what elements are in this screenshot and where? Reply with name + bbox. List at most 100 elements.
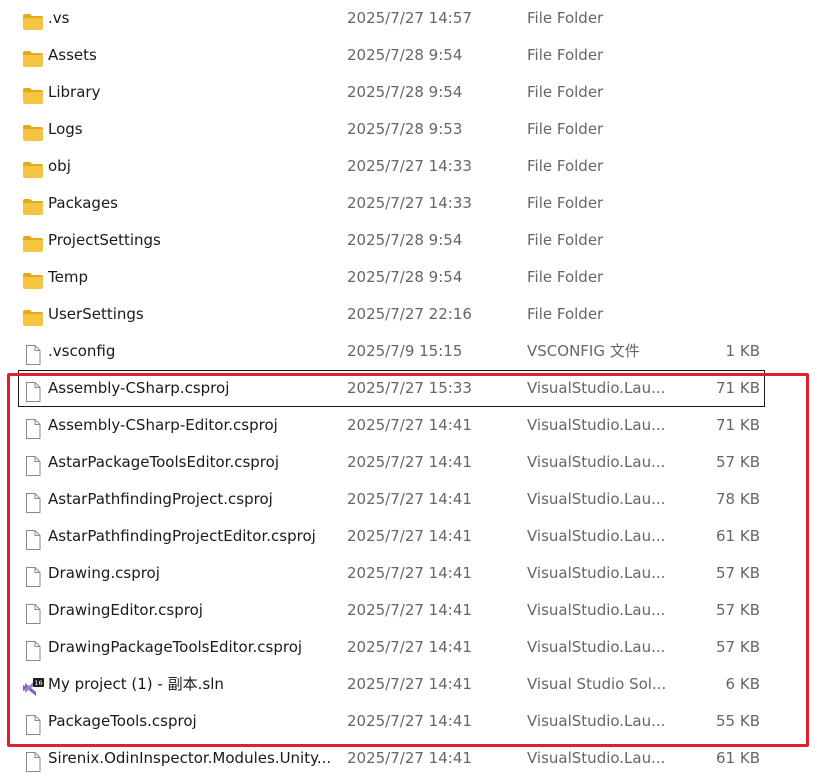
date-modified: 2025/7/27 15:33 <box>347 379 472 397</box>
file-size: 71 KB <box>716 379 760 397</box>
file-name: Sirenix.OdinInspector.Modules.Unity... <box>48 749 332 767</box>
file-row[interactable]: Assembly-CSharp.csproj 2025/7/27 15:33 Vis… <box>18 370 765 407</box>
file-name: PackageTools.csproj <box>48 712 197 730</box>
file-icon <box>22 453 44 476</box>
folder-icon <box>22 83 44 104</box>
file-row[interactable]: PackageTools.csproj 2025/7/27 14:41 Visual… <box>0 703 835 740</box>
file-icon <box>22 379 44 402</box>
file-icon-cell <box>22 296 44 333</box>
date-modified: 2025/7/27 14:41 <box>347 601 472 619</box>
file-name: Packages <box>48 194 118 212</box>
file-size <box>680 0 760 37</box>
file-type: VisualStudio.Lau... <box>527 601 666 619</box>
date-modified: 2025/7/27 14:33 <box>347 157 472 175</box>
file-type: VisualStudio.Lau... <box>527 564 666 582</box>
file-name: Assets <box>48 46 97 64</box>
folder-icon <box>22 9 44 30</box>
file-name: UserSettings <box>48 305 144 323</box>
file-size <box>680 111 760 148</box>
file-name: DrawingEditor.csproj <box>48 601 203 619</box>
file-size: 57 KB <box>716 453 760 471</box>
file-type: VisualStudio.Lau... <box>527 379 666 397</box>
file-size: 61 KB <box>716 749 760 767</box>
file-size: 1 KB <box>725 342 760 360</box>
file-type: VisualStudio.Lau... <box>527 416 666 434</box>
file-row[interactable]: AstarPackageToolsEditor.csproj 2025/7/27 … <box>0 444 835 481</box>
file-icon <box>22 490 44 513</box>
file-type: VSCONFIG 文件 <box>527 342 640 360</box>
file-row[interactable]: AstarPathfindingProjectEditor.csproj 2025… <box>0 518 835 555</box>
date-modified: 2025/7/27 14:41 <box>347 638 472 656</box>
folder-icon <box>22 120 44 141</box>
file-row[interactable]: AstarPathfindingProject.csproj 2025/7/27 … <box>0 481 835 518</box>
date-modified: 2025/7/28 9:54 <box>347 268 463 286</box>
file-type: VisualStudio.Lau... <box>527 527 666 545</box>
file-type: File Folder <box>527 157 604 175</box>
folder-icon <box>22 46 44 67</box>
file-name: Library <box>48 83 101 101</box>
file-icon-cell <box>22 74 44 111</box>
file-icon-cell <box>22 370 44 407</box>
file-type: File Folder <box>527 194 604 212</box>
file-icon-cell <box>22 555 44 592</box>
file-row[interactable]: .vsconfig 2025/7/9 15:15 VSCONFIG 文件 1 KB <box>0 333 835 370</box>
file-name: .vsconfig <box>48 342 116 360</box>
file-name: AstarPathfindingProject.csproj <box>48 490 273 508</box>
file-name: Assembly-CSharp.csproj <box>48 379 230 397</box>
version-badge-text: 16 <box>34 679 42 687</box>
file-type: File Folder <box>527 120 604 138</box>
date-modified: 2025/7/28 9:54 <box>347 83 463 101</box>
file-type: VisualStudio.Lau... <box>527 638 666 656</box>
file-size <box>680 222 760 259</box>
file-row[interactable]: Packages 2025/7/27 14:33 File Folder <box>0 185 835 222</box>
date-modified: 2025/7/9 15:15 <box>347 342 463 360</box>
date-modified: 2025/7/28 9:54 <box>347 46 463 64</box>
file-icon <box>22 527 44 550</box>
file-icon <box>22 712 44 735</box>
file-size <box>680 148 760 185</box>
date-modified: 2025/7/27 14:41 <box>347 490 472 508</box>
file-row[interactable]: Library 2025/7/28 9:54 File Folder <box>0 74 835 111</box>
file-row[interactable]: Logs 2025/7/28 9:53 File Folder <box>0 111 835 148</box>
file-name: My project (1) - 副本.sln <box>48 675 224 693</box>
file-icon-cell <box>22 629 44 666</box>
file-row[interactable]: obj 2025/7/27 14:33 File Folder <box>0 148 835 185</box>
date-modified: 2025/7/27 14:41 <box>347 453 472 471</box>
file-row[interactable]: .vs 2025/7/27 14:57 File Folder <box>0 0 835 37</box>
file-name: Drawing.csproj <box>48 564 160 582</box>
date-modified: 2025/7/27 14:57 <box>347 9 472 27</box>
file-icon-cell <box>22 185 44 222</box>
file-row[interactable]: Drawing.csproj 2025/7/27 14:41 VisualStudi… <box>0 555 835 592</box>
file-type: File Folder <box>527 231 604 249</box>
file-row[interactable]: 16 My project (1) - 副本.sln 2025/7/27 14:41… <box>0 666 835 703</box>
file-row[interactable]: Temp 2025/7/28 9:54 File Folder <box>0 259 835 296</box>
file-icon-cell <box>22 592 44 629</box>
file-icon-cell: 16 <box>22 666 44 703</box>
file-list: .vs 2025/7/27 14:57 File Folder Assets 2025/… <box>0 0 835 772</box>
file-row[interactable]: DrawingPackageToolsEditor.csproj 2025/7/2… <box>0 629 835 666</box>
folder-icon <box>22 194 44 215</box>
file-icon-cell <box>22 148 44 185</box>
file-row[interactable]: UserSettings 2025/7/27 22:16 File Folder <box>0 296 835 333</box>
file-row[interactable]: Assembly-CSharp-Editor.csproj 2025/7/27 1… <box>0 407 835 444</box>
file-row[interactable]: DrawingEditor.csproj 2025/7/27 14:41 Visua… <box>0 592 835 629</box>
date-modified: 2025/7/28 9:54 <box>347 231 463 249</box>
visual-studio-solution-icon: 16 <box>22 675 44 696</box>
file-size <box>680 74 760 111</box>
file-name: AstarPathfindingProjectEditor.csproj <box>48 527 316 545</box>
file-row[interactable]: Assets 2025/7/28 9:54 File Folder <box>0 37 835 74</box>
file-icon-cell <box>22 518 44 555</box>
file-row[interactable]: Sirenix.OdinInspector.Modules.Unity... 20… <box>0 740 835 777</box>
file-icon-cell <box>22 407 44 444</box>
file-name: Logs <box>48 120 83 138</box>
date-modified: 2025/7/27 14:41 <box>347 564 472 582</box>
file-icon-cell <box>22 0 44 37</box>
file-name: Temp <box>48 268 88 286</box>
folder-icon <box>22 231 44 252</box>
date-modified: 2025/7/27 22:16 <box>347 305 472 323</box>
file-size <box>680 185 760 222</box>
file-row[interactable]: ProjectSettings 2025/7/28 9:54 File Folder <box>0 222 835 259</box>
file-icon-cell <box>22 259 44 296</box>
folder-icon <box>22 305 44 326</box>
file-size: 6 KB <box>725 675 760 693</box>
